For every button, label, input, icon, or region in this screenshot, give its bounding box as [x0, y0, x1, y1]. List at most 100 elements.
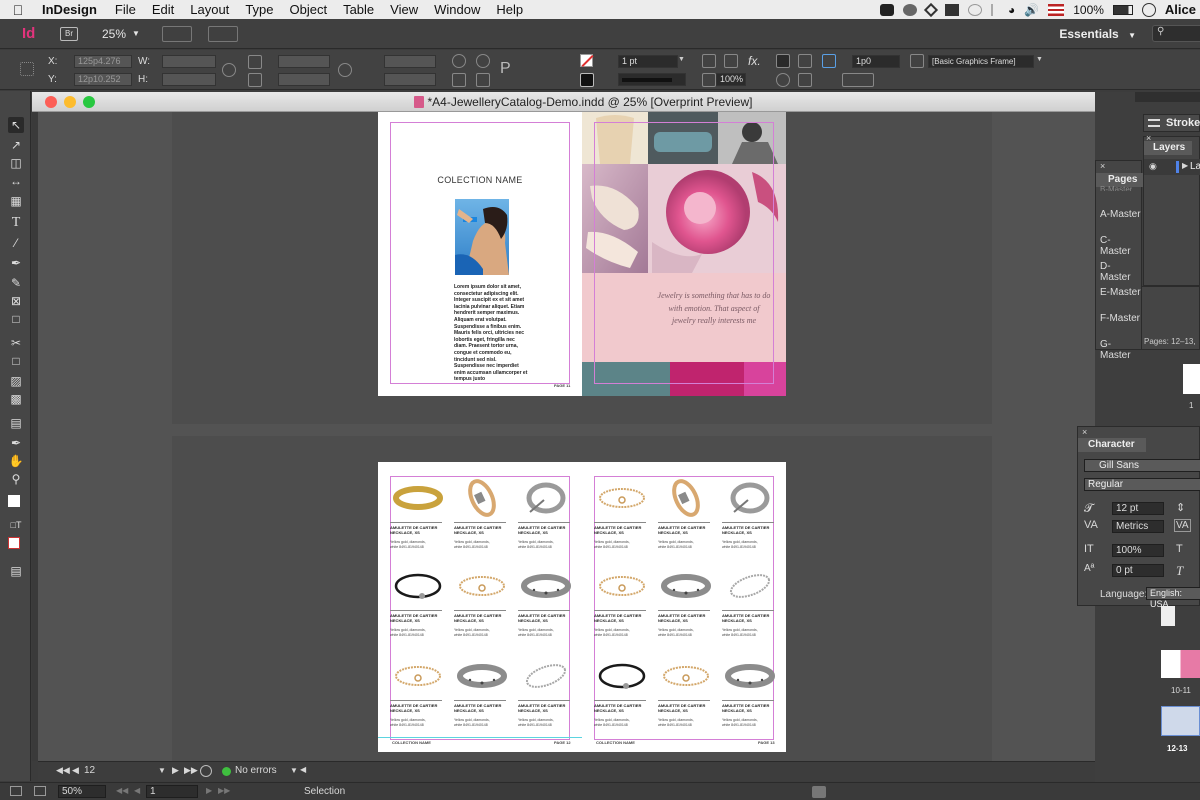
product-description[interactable]: Yellow gold, diamonds, white 8491-819401… [594, 718, 638, 727]
document-title-bar[interactable]: *A4-JewelleryCatalog-Demo.indd @ 25% [Ov… [32, 92, 1134, 112]
page-thumbnail-10-11[interactable] [1161, 650, 1200, 678]
product-name[interactable]: AMULETTE DE CARTIER NECKLACE, XS [722, 703, 774, 713]
kerning-field[interactable]: Metrics [1112, 520, 1164, 533]
product-description[interactable]: Yellow gold, diamonds, white 8491-819401… [658, 540, 702, 549]
last-page-icon[interactable]: ▶▶ [184, 765, 198, 776]
product-name[interactable]: AMULETTE DE CARTIER NECKLACE, XS [594, 703, 646, 713]
menu-edit[interactable]: Edit [144, 2, 182, 17]
product-description[interactable]: Yellow gold, diamonds, white 8491-819401… [454, 718, 498, 727]
rectangle-frame-tool-icon[interactable]: ⊠ [8, 293, 24, 309]
font-style-field[interactable]: Regular [1084, 478, 1200, 491]
rotate-ccw-icon[interactable] [476, 54, 490, 68]
stroke-type-select[interactable] [618, 73, 686, 86]
master-a[interactable]: A-Master [1100, 209, 1141, 220]
gap-tool-icon[interactable]: ↔ [8, 173, 24, 189]
horizontal-scroll-left-icon[interactable]: ◀ [300, 765, 306, 774]
product-description[interactable]: Yellow gold, diamonds, white 8491-819401… [594, 540, 638, 549]
first-page-icon[interactable]: ◀◀ [116, 786, 128, 795]
layer-expand-icon[interactable]: ▶ [1182, 161, 1188, 170]
zoom-field[interactable]: 50% [58, 785, 106, 798]
master-b-partial[interactable]: B-Master [1100, 185, 1132, 191]
y-position-field[interactable]: 12p10.252 [74, 73, 132, 86]
text-wrap-shape-icon[interactable] [776, 73, 790, 87]
page-13[interactable]: AMULETTE DE CARTIER NECKLACE, XS Yellow g… [582, 462, 786, 752]
character-tab[interactable]: Character [1078, 438, 1146, 452]
product-name[interactable]: AMULETTE DE CARTIER NECKLACE, XS [658, 613, 710, 623]
product-name[interactable]: AMULETTE DE CARTIER NECKLACE, XS [390, 525, 442, 535]
constrain-scale-icon[interactable] [338, 63, 352, 77]
jewelry-gold-bangle[interactable] [392, 478, 444, 521]
master-f[interactable]: F-Master [1100, 313, 1140, 324]
layers-tab[interactable]: Layers [1144, 141, 1192, 155]
text-wrap-jump-icon[interactable] [798, 73, 812, 87]
wifi-icon[interactable]: ◕ [1008, 3, 1015, 17]
object-style-select[interactable]: [Basic Graphics Frame] [928, 55, 1034, 68]
master-e[interactable]: E-Master [1100, 287, 1141, 298]
jewelry-rose-bracelet[interactable] [660, 478, 712, 521]
fill-swatch-none[interactable] [580, 54, 593, 67]
next-page-icon[interactable]: ▶ [172, 765, 179, 776]
scale-x-field[interactable] [278, 55, 330, 68]
previous-page-icon[interactable]: ◀ [134, 786, 140, 795]
zoom-tool-icon[interactable]: ⚲ [8, 471, 24, 487]
jewelry-silver-screw-bracelet[interactable] [456, 656, 508, 699]
product-description[interactable]: Yellow gold, diamonds, white 8491-819401… [722, 718, 766, 727]
product-description[interactable]: Yellow gold, diamonds, white 8491-819401… [722, 540, 766, 549]
selection-tool-icon[interactable]: ↖ [8, 117, 24, 133]
panel-dock-header[interactable] [1135, 92, 1200, 102]
constrain-proportions-icon[interactable] [222, 63, 236, 77]
formatting-affects-container-icon[interactable]: □T [8, 517, 24, 533]
object-style-icon[interactable] [910, 54, 924, 68]
scale-x-icon[interactable] [248, 55, 262, 69]
rotate-cw-icon[interactable] [452, 54, 466, 68]
jewelry-silver-chain-bracelet[interactable] [520, 656, 572, 699]
flip-vertical-icon[interactable] [476, 73, 490, 87]
select-content-icon[interactable] [528, 73, 542, 87]
zoom-level-select[interactable]: 25% ▼ [102, 27, 140, 41]
product-name[interactable]: AMULETTE DE CARTIER NECKLACE, XS [454, 613, 506, 623]
last-page-icon[interactable]: ▶▶ [218, 786, 230, 795]
vertical-scale-field[interactable]: 100% [1112, 544, 1164, 557]
menu-app-name[interactable]: InDesign [36, 2, 107, 17]
product-description[interactable]: Yellow gold, diamonds, white 8491-819401… [658, 718, 702, 727]
layer-row[interactable]: ◉ ▶ La [1144, 159, 1200, 175]
language-select[interactable]: English: USA [1146, 587, 1200, 609]
menu-view[interactable]: View [382, 2, 426, 17]
free-transform-tool-icon[interactable]: □ [8, 353, 24, 369]
fx-effects-button[interactable]: fx. [748, 54, 761, 68]
status-menu-icon[interactable] [10, 786, 22, 796]
body-text-block[interactable]: Lorem ipsum dolor sit amet, consectetur … [454, 284, 528, 383]
menu-window[interactable]: Window [426, 2, 488, 17]
page-10[interactable]: COLECTION NAME Lorem ipsum dolor sit ame… [378, 112, 582, 396]
pen-tool-icon[interactable]: ✒ [8, 255, 24, 271]
vertical-ruler[interactable] [32, 112, 38, 761]
time-machine-icon[interactable] [968, 3, 983, 16]
product-name[interactable]: AMULETTE DE CARTIER NECKLACE, XS [518, 703, 570, 713]
preflight-panel-icon[interactable] [200, 765, 212, 777]
x-position-field[interactable]: 125p4.276 [74, 55, 132, 68]
scissors-tool-icon[interactable]: ✂ [8, 335, 24, 351]
product-name[interactable]: AMULETTE DE CARTIER NECKLACE, XS [594, 525, 646, 535]
apply-none-icon[interactable] [8, 537, 20, 549]
jewelry-cord-bracelet[interactable] [392, 566, 444, 609]
adobe-icon[interactable] [945, 3, 960, 16]
battery-icon[interactable] [1112, 4, 1133, 15]
workspace-switcher[interactable]: Essentials ▼ [1059, 27, 1136, 41]
product-name[interactable]: AMULETTE DE CARTIER NECKLACE, XS [722, 613, 774, 623]
type-tool-icon[interactable]: T [8, 215, 24, 231]
rectangle-tool-icon[interactable]: □ [8, 311, 24, 327]
select-next-object-icon[interactable] [552, 54, 566, 68]
product-name[interactable]: AMULETTE DE CARTIER NECKLACE, XS [658, 703, 710, 713]
next-page-icon[interactable]: ▶ [206, 786, 212, 795]
page-thumbnail-12-13[interactable] [1161, 706, 1200, 736]
screen-mode-icon[interactable]: ▤ [8, 563, 24, 579]
product-name[interactable]: AMULETTE DE CARTIER NECKLACE, XS [722, 525, 774, 535]
jewelry-cord-bracelet[interactable] [596, 656, 648, 699]
volume-icon[interactable]: 🔊 [1024, 3, 1039, 17]
text-wrap-none-icon[interactable] [776, 54, 790, 68]
menu-file[interactable]: File [107, 2, 144, 17]
shear-icon[interactable] [356, 73, 370, 87]
page-select[interactable]: 1 [146, 785, 198, 798]
search-input[interactable]: ⚲ [1152, 25, 1200, 42]
chevron-down-icon[interactable]: ▼ [1036, 56, 1043, 63]
